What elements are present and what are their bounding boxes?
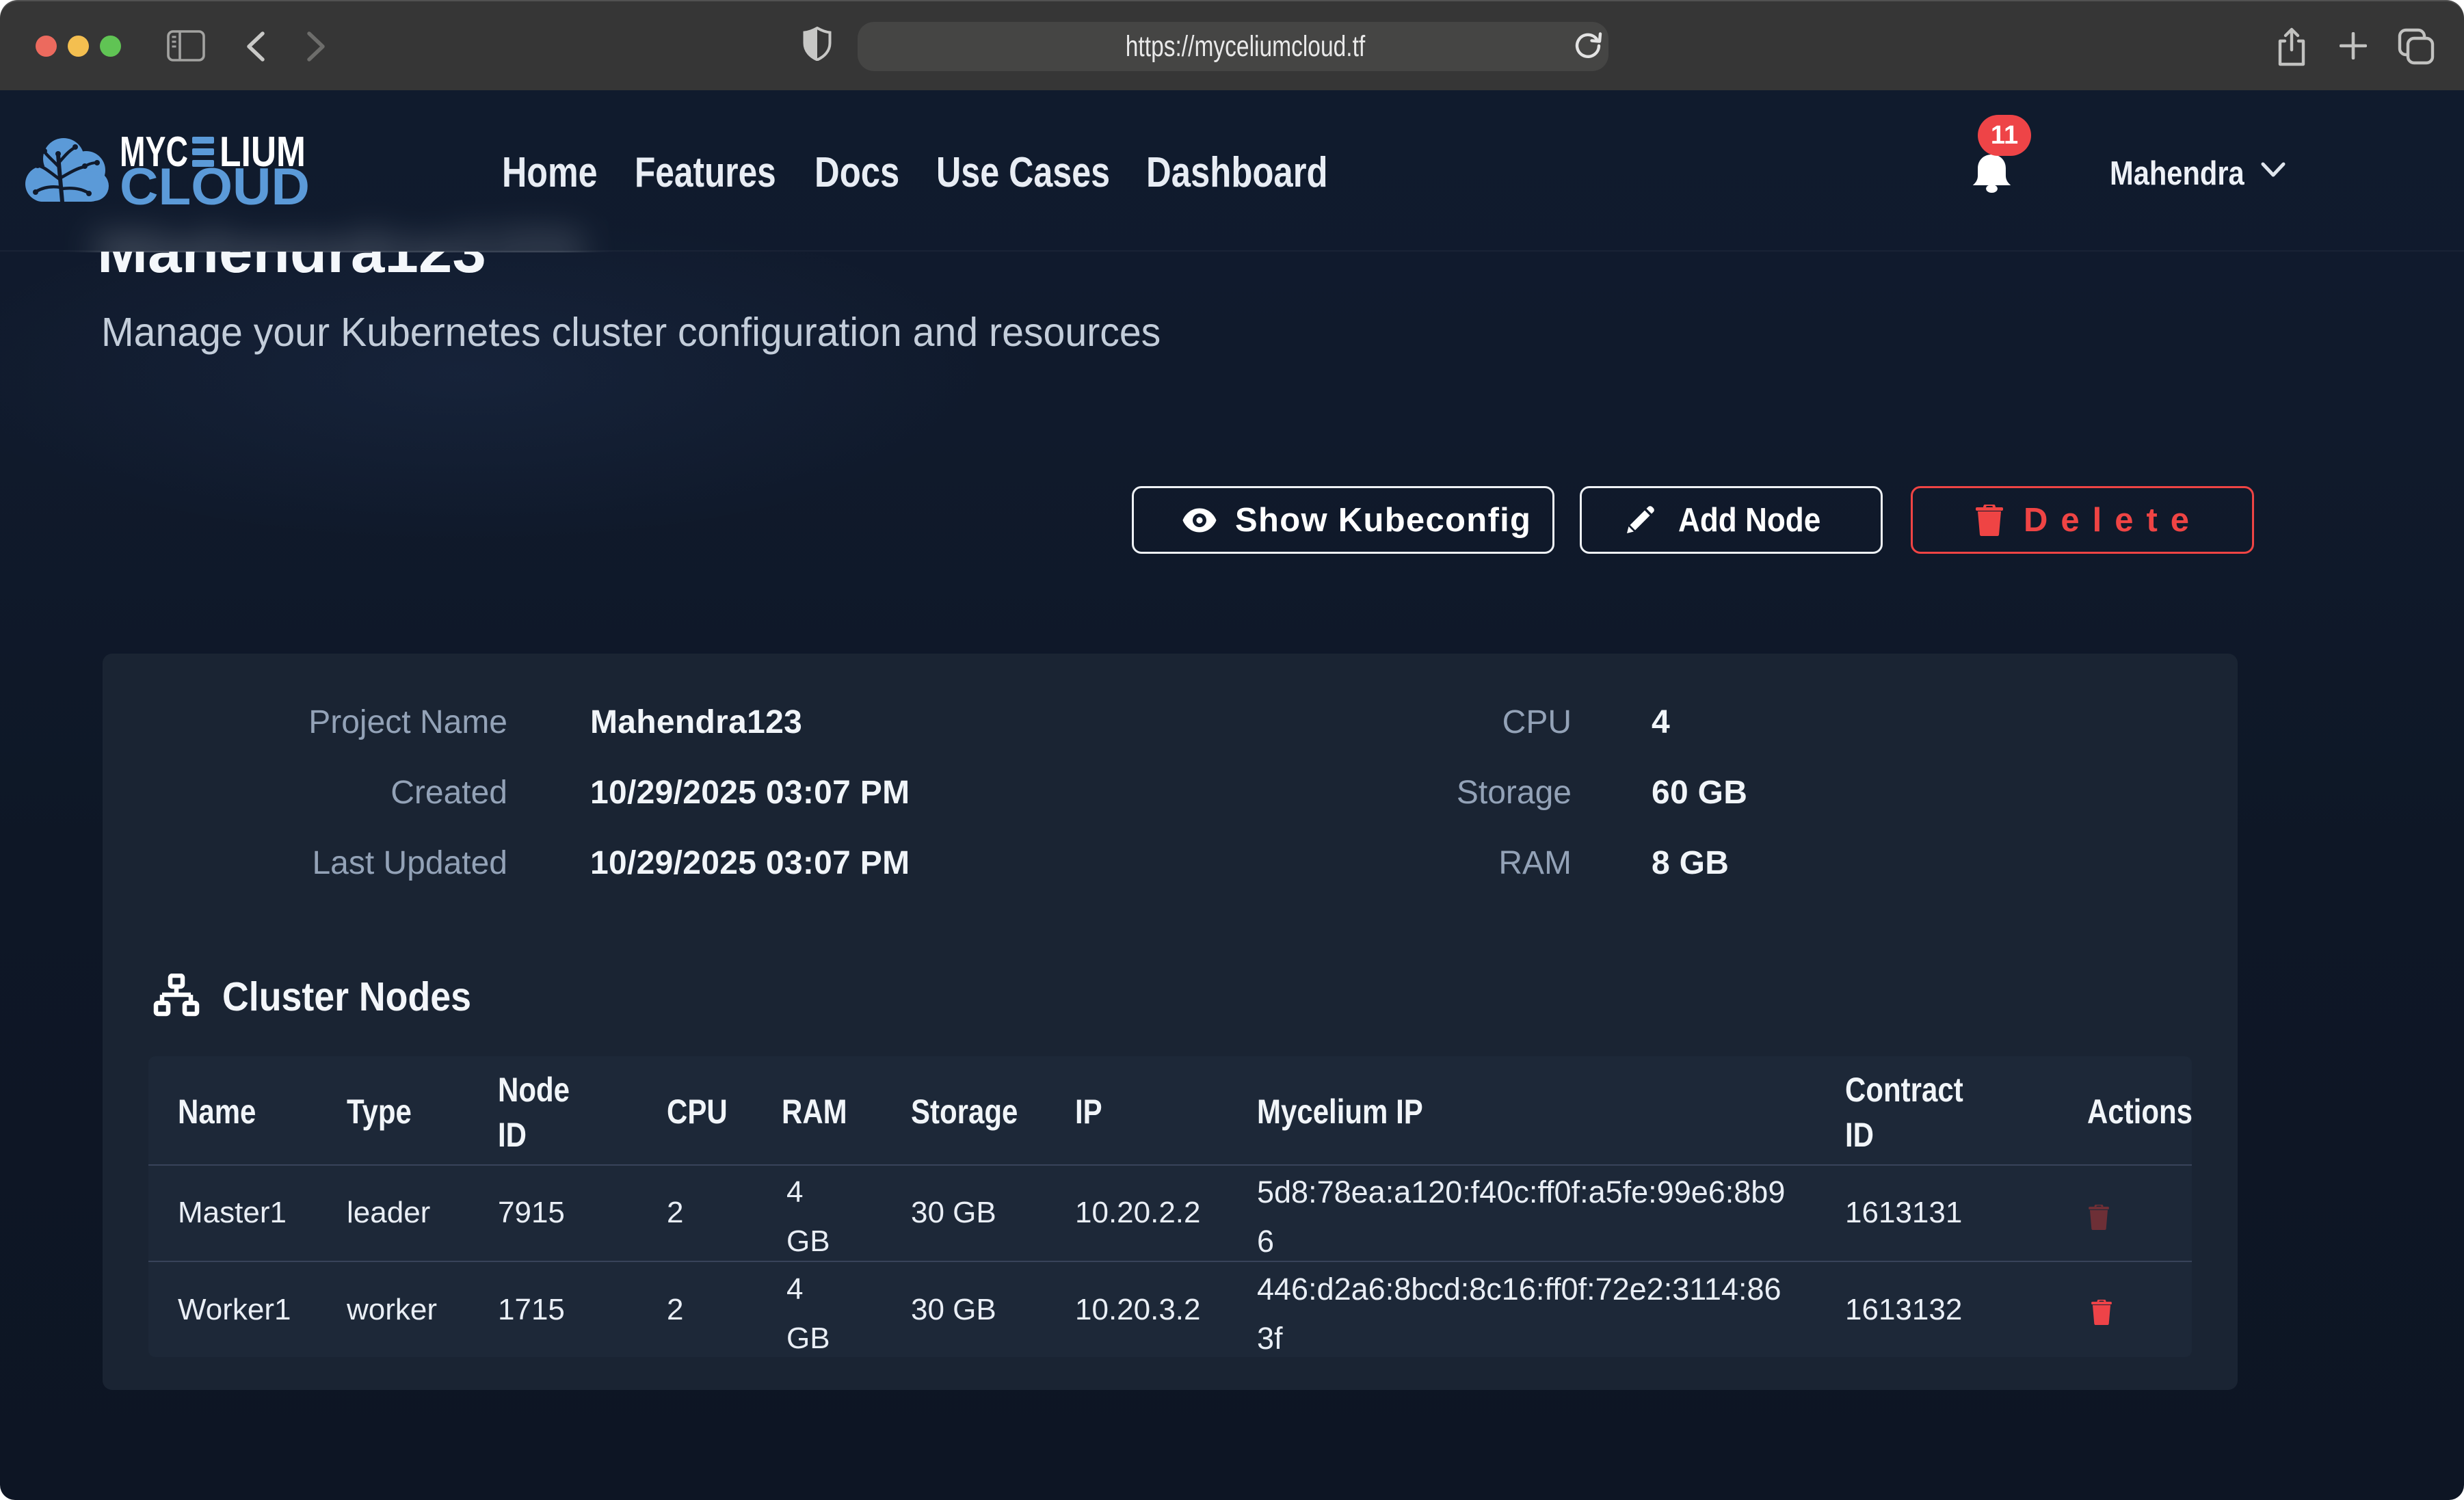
- svg-text:CLOUD: CLOUD: [120, 158, 310, 211]
